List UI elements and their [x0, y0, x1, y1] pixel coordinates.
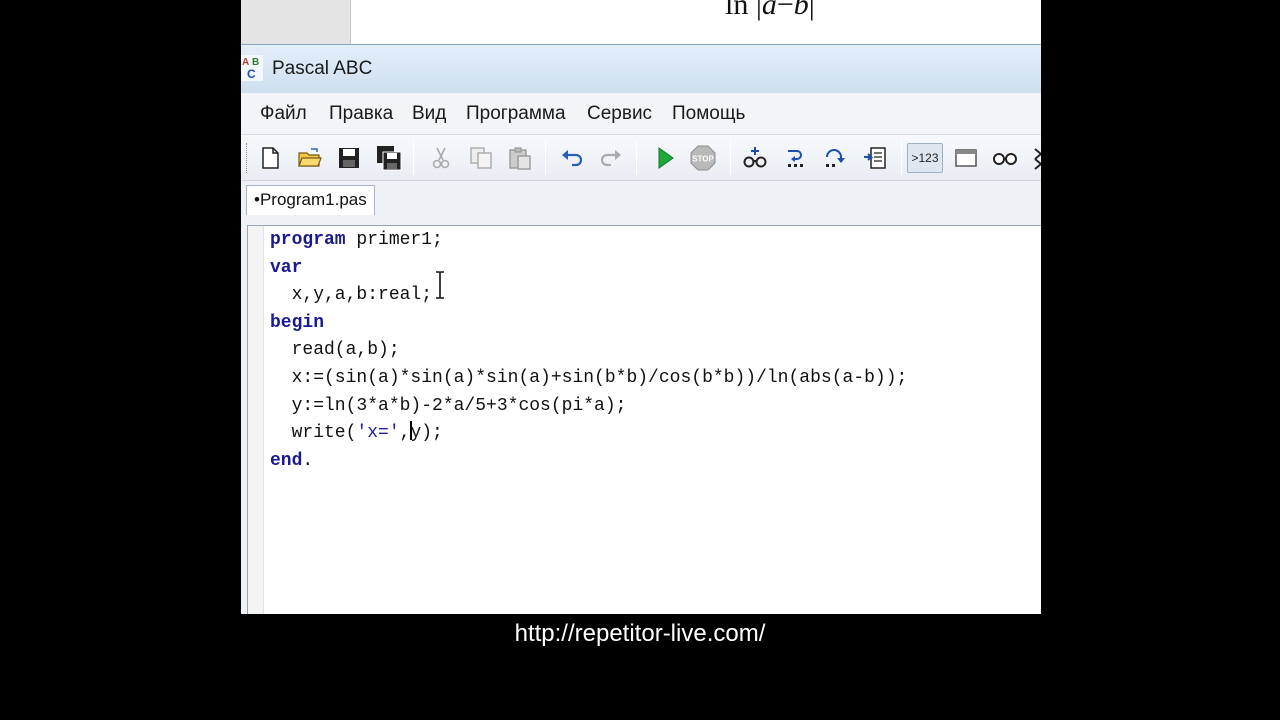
code-token: ,	[399, 423, 411, 444]
code-line[interactable]: end.	[270, 448, 907, 476]
output-window-icon: >123	[911, 151, 939, 165]
code-token: x,y,a,b:real;	[270, 285, 433, 306]
undo-icon	[562, 150, 583, 167]
video-caption-url: http://repetitor-live.com/	[514, 620, 766, 647]
pascal-abc-window: A B C Pascal ABC Файл Правка Вид Програм…	[241, 44, 1041, 614]
new-file-button[interactable]	[255, 143, 285, 173]
code-line[interactable]: x:=(sin(a)*sin(a)*sin(a)+sin(b*b)/cos(b*…	[270, 365, 908, 393]
pascal-abc-app-icon: A B C	[241, 55, 263, 81]
code-token: read(a,b);	[270, 340, 400, 361]
menu-file[interactable]: Файл	[260, 101, 307, 127]
title-bar[interactable]: A B C Pascal ABC	[241, 45, 1041, 93]
tab-bar: •Program1.pas	[241, 181, 1041, 219]
cut-icon	[432, 147, 450, 169]
code-line[interactable]: program primer1;	[270, 227, 907, 255]
code-line[interactable]: begin	[270, 310, 907, 338]
output-window-button[interactable]: >123	[907, 143, 943, 173]
code-keyword: program	[270, 230, 346, 250]
glasses-button[interactable]	[990, 143, 1020, 173]
toolbar-separator	[636, 141, 637, 175]
step-over-button[interactable]	[820, 143, 850, 173]
open-file-button[interactable]	[295, 143, 325, 173]
run-to-cursor-icon	[864, 147, 886, 169]
run-to-cursor-button[interactable]	[860, 143, 890, 173]
toolbar: STOP >123	[241, 135, 1041, 181]
background-document-margin	[241, 0, 351, 44]
redo-icon	[600, 150, 621, 167]
code-line[interactable]: write('x=',y);	[270, 420, 907, 448]
menu-bar: Файл Правка Вид Программа Сервис Помощь	[241, 93, 1041, 135]
code-keyword: var	[270, 257, 303, 278]
add-watch-button[interactable]	[740, 143, 770, 173]
stop-label: STOP	[692, 155, 714, 164]
save-all-button[interactable]	[374, 143, 404, 173]
toolbar-separator	[730, 141, 731, 175]
more-button[interactable]	[1027, 143, 1041, 173]
ibeam-cursor-icon	[436, 271, 444, 299]
code-token: primer1;	[345, 230, 443, 250]
toolbar-grip[interactable]	[246, 143, 249, 173]
code-line[interactable]: var	[270, 255, 907, 283]
editor-area: program primer1; var x,y,a,b:real; begin r…	[241, 219, 1041, 614]
formula-fragment: ln |a−b|	[725, 0, 815, 21]
code-token: write(	[270, 423, 357, 444]
toolbar-separator	[413, 141, 414, 175]
window-button[interactable]	[951, 143, 981, 173]
redo-button[interactable]	[596, 143, 626, 173]
window-title: Pascal ABC	[272, 58, 373, 79]
paste-icon	[509, 147, 531, 170]
code-token: .	[302, 450, 314, 471]
window-icon	[955, 149, 977, 167]
copy-button[interactable]	[466, 143, 496, 173]
menu-view[interactable]: Вид	[412, 101, 446, 127]
toolbar-separator	[901, 141, 902, 175]
tab-program1[interactable]: •Program1.pas	[246, 185, 375, 215]
editor-gutter	[248, 226, 264, 614]
undo-button[interactable]	[557, 143, 587, 173]
glasses-icon	[993, 153, 1017, 165]
menu-help[interactable]: Помощь	[672, 101, 745, 127]
copy-icon	[470, 147, 492, 169]
code-line[interactable]: x,y,a,b:real;	[270, 282, 907, 310]
arrows-icon	[1034, 148, 1041, 170]
menu-edit[interactable]: Правка	[329, 101, 393, 127]
code-editor[interactable]: program primer1; var x,y,a,b:real; begin r…	[247, 225, 1041, 614]
code-line[interactable]: y:=ln(3*a*b)-2*a/5+3*cos(pi*a);	[270, 393, 907, 421]
code-keyword: begin	[270, 312, 325, 333]
add-watch-icon	[743, 147, 767, 168]
step-over-icon	[826, 149, 845, 167]
code-token: y);	[410, 423, 443, 444]
code-token: x:=(sin(a)*sin(a)*sin(a)+sin(b*b)/cos(b*…	[270, 367, 908, 388]
code-text[interactable]: program primer1; var x,y,a,b:real; begin r…	[270, 227, 907, 475]
run-icon	[658, 147, 674, 169]
svg-text:C: C	[247, 67, 256, 81]
stop-button[interactable]: STOP	[688, 143, 718, 173]
stop-icon: STOP	[690, 145, 716, 171]
save-all-icon	[377, 146, 402, 171]
code-string: 'x='	[356, 423, 400, 444]
menu-service[interactable]: Сервис	[587, 101, 652, 127]
code-keyword: end	[270, 450, 303, 471]
open-folder-icon	[298, 148, 322, 167]
step-into-button[interactable]	[780, 143, 810, 173]
code-token: y:=ln(3*a*b)-2*a/5+3*cos(pi*a);	[270, 395, 627, 416]
code-line[interactable]: read(a,b);	[270, 337, 907, 365]
run-button[interactable]	[650, 143, 680, 173]
step-into-icon	[788, 150, 803, 167]
save-button[interactable]	[334, 143, 364, 173]
menu-program[interactable]: Программа	[466, 101, 566, 127]
cut-button[interactable]	[426, 143, 456, 173]
toolbar-separator	[545, 141, 546, 175]
paste-button[interactable]	[505, 143, 535, 173]
save-icon	[339, 148, 359, 168]
new-file-icon	[262, 147, 279, 169]
background-document: ln |a−b|	[241, 0, 1041, 44]
